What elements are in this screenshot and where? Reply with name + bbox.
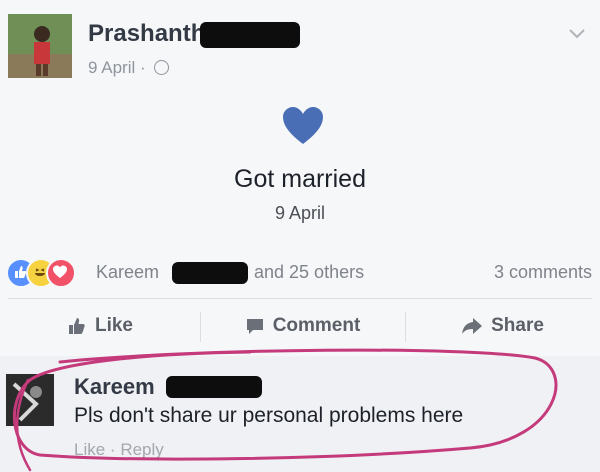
- highlight-circle: [12, 348, 558, 472]
- post-card: Prashanth 9 April · Got married 9 April …: [0, 0, 600, 472]
